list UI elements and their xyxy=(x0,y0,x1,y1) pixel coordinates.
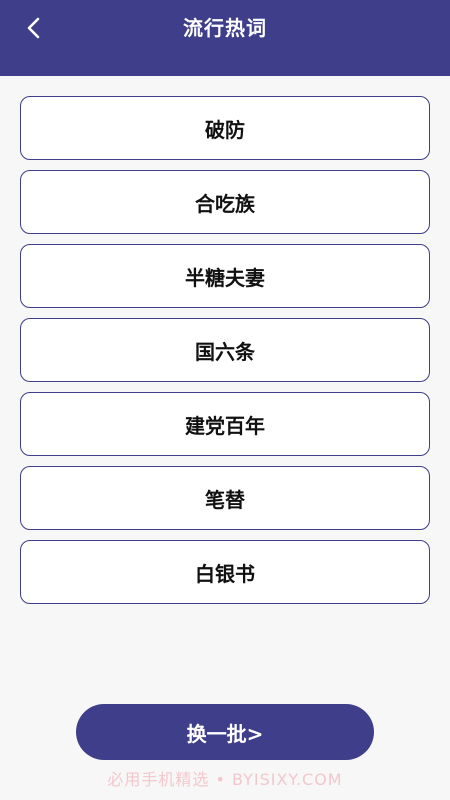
word-list: 破防 合吃族 半糖夫妻 国六条 建党百年 笔替 白银书 xyxy=(20,96,430,614)
word-item[interactable]: 破防 xyxy=(20,96,430,160)
word-item[interactable]: 笔替 xyxy=(20,466,430,530)
word-item[interactable]: 国六条 xyxy=(20,318,430,382)
watermark-text: 必用手机精选 • BYISIXY.COM xyxy=(107,770,343,789)
page-title: 流行热词 xyxy=(183,16,267,40)
word-item[interactable]: 白银书 xyxy=(20,540,430,604)
word-item[interactable]: 合吃族 xyxy=(20,170,430,234)
word-item[interactable]: 半糖夫妻 xyxy=(20,244,430,308)
app-header: 流行热词 xyxy=(0,0,450,76)
word-item[interactable]: 建党百年 xyxy=(20,392,430,456)
refresh-button[interactable]: 换一批> xyxy=(76,704,374,760)
